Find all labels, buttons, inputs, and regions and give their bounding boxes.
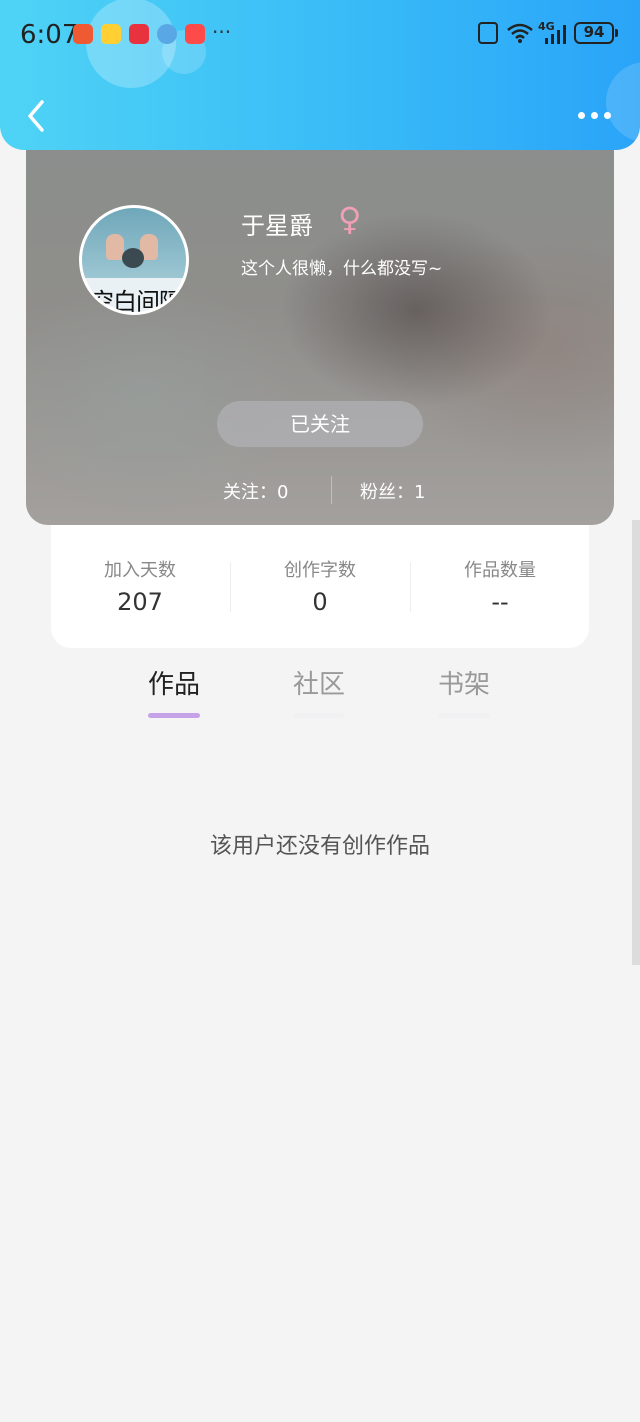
user-bio: 这个人很懒，什么都没写~ (241, 259, 443, 279)
divider (331, 476, 332, 504)
stat-label: 作品数量 (464, 560, 536, 581)
weibo-icon (101, 24, 121, 44)
stat-label: 创作字数 (284, 560, 356, 581)
battery-tip (615, 29, 618, 37)
tab-label: 书架 (437, 670, 490, 700)
stats-card: 加入天数 207 创作字数 0 作品数量 -- (51, 520, 589, 648)
tab-community[interactable]: 社区 (274, 664, 364, 718)
battery-indicator: 94 (574, 22, 614, 44)
bubble-app-icon (157, 24, 177, 44)
empty-state-message: 该用户还没有创作作品 (209, 834, 430, 859)
stat-works-count: 作品数量 -- (411, 556, 589, 616)
profile-card: 空白间隔 于星爵 ♀ 这个人很懒，什么都没写~ 已关注 关注：0 粉丝：1 (26, 120, 614, 525)
avatar-caption: 空白间隔 (90, 288, 183, 315)
stat-word-count: 创作字数 0 (231, 556, 409, 616)
content-tabs: 作品 社区 书架 (0, 664, 640, 724)
stat-value: 207 (117, 588, 163, 616)
nfc-icon (478, 22, 498, 44)
tab-label: 作品 (147, 670, 200, 700)
female-gender-icon: ♀ (338, 200, 362, 238)
stat-value: -- (491, 588, 509, 616)
avatar[interactable]: 空白间隔 (79, 205, 189, 315)
wifi-icon (507, 23, 533, 43)
signal-icon (545, 25, 566, 44)
username: 于星爵 (241, 212, 313, 240)
stat-label: 加入天数 (104, 560, 176, 581)
scrollbar[interactable] (632, 520, 640, 965)
more-dot (578, 112, 585, 119)
status-bar: 6:07 ··· 4G 94 (0, 0, 640, 70)
store-icon (185, 24, 205, 44)
tab-indicator (293, 713, 345, 718)
following-count[interactable]: 关注：0 (223, 478, 288, 504)
stat-value: 0 (312, 588, 328, 616)
avatar-image-face (122, 248, 144, 268)
app-header: 6:07 ··· 4G 94 (0, 0, 640, 150)
tab-indicator (438, 713, 490, 718)
back-button[interactable] (18, 96, 58, 136)
status-time: 6:07 (20, 20, 79, 50)
fans-count[interactable]: 粉丝：1 (360, 478, 425, 504)
tab-label: 社区 (292, 670, 345, 700)
follow-stats: 关注：0 粉丝：1 (26, 474, 614, 504)
more-dot (591, 112, 598, 119)
notification-more-icon: ··· (212, 20, 232, 44)
news-icon (129, 24, 149, 44)
more-dot (604, 112, 611, 119)
call-missed-icon (73, 24, 93, 44)
tab-bookshelf[interactable]: 书架 (419, 664, 509, 718)
more-options-button[interactable] (572, 100, 616, 130)
tab-indicator (148, 713, 200, 718)
follow-button[interactable]: 已关注 (217, 401, 423, 447)
tab-works[interactable]: 作品 (129, 664, 219, 718)
stat-join-days: 加入天数 207 (51, 556, 229, 616)
